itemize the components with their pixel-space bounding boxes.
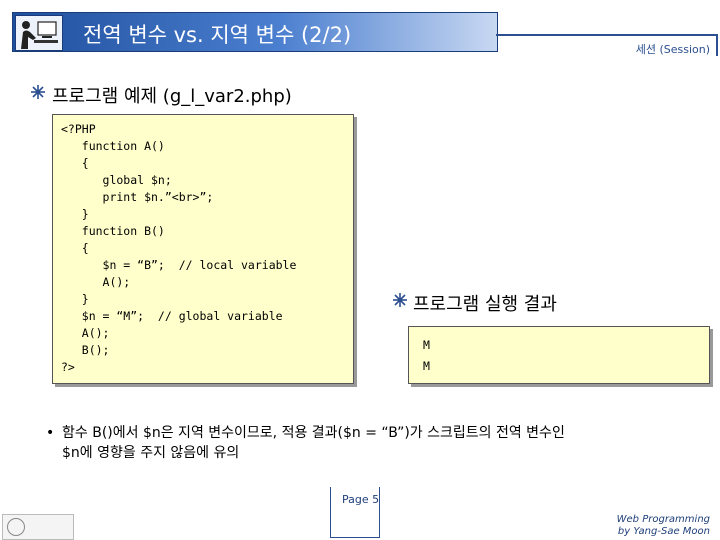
code-line: ?>	[61, 360, 75, 374]
code-line: A();	[61, 275, 131, 289]
note-line-1: 함수 B()에서 $n은 지역 변수이므로, 적용 결과($n = “B”)가 …	[62, 425, 565, 441]
code-line: global $n;	[61, 173, 172, 187]
code-line: <?PHP	[61, 122, 96, 136]
explanation-note: • 함수 B()에서 $n은 지역 변수이므로, 적용 결과($n = “B”)…	[46, 423, 702, 463]
university-logo	[2, 514, 74, 540]
slide-title: 전역 변수 vs. 지역 변수 (2/2)	[83, 23, 352, 47]
code-line: $n = “M”; // global variable	[61, 309, 283, 323]
code-line: print $n.”<br>”;	[61, 190, 214, 204]
credit-line-2: by Yang-Sae Moon	[617, 526, 710, 537]
note-bullet: •	[46, 425, 55, 441]
flower-bullet-icon	[31, 85, 45, 99]
code-listing: <?PHP function A() { global $n; print $n…	[52, 114, 354, 384]
code-line: A();	[61, 326, 110, 340]
code-line: {	[61, 156, 89, 170]
session-label: 세션 (Session)	[635, 43, 710, 56]
page-number: Page 5	[342, 493, 380, 506]
credit-line-1: Web Programming	[616, 514, 710, 525]
university-emblem-icon	[7, 518, 25, 536]
code-line: function B()	[61, 224, 165, 238]
result-line: M	[423, 338, 430, 352]
result-line: M	[423, 359, 430, 373]
code-line: {	[61, 241, 89, 255]
code-line: }	[61, 207, 89, 221]
execution-result-heading: 프로그램 실행 결과	[413, 294, 557, 315]
note-line-2: $n에 영향을 주지 않음에 유의	[62, 445, 240, 461]
code-line: function A()	[61, 139, 165, 153]
code-line: }	[61, 292, 89, 306]
course-credit: Web Programming by Yang-Sae Moon	[617, 514, 710, 538]
code-line: $n = “B”; // local variable	[61, 258, 297, 272]
execution-result-box: M M	[408, 326, 710, 384]
code-line: B();	[61, 343, 110, 357]
flower-bullet-icon	[393, 293, 407, 307]
program-example-heading: 프로그램 예제 (g_l_var2.php)	[52, 86, 292, 107]
slide-title-bar: 전역 변수 vs. 지역 변수 (2/2)	[12, 12, 498, 52]
person-at-computer-icon	[15, 15, 63, 51]
